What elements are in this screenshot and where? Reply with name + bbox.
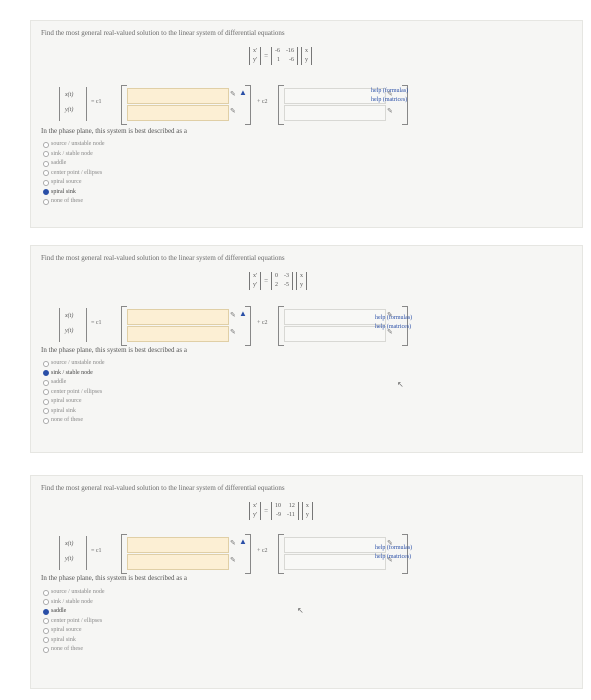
option-source[interactable]: source / unstable node: [43, 588, 104, 598]
pencil-icon[interactable]: ✎: [230, 311, 236, 319]
phase-plane-question: In the phase plane, this system is best …: [41, 127, 187, 135]
lhs-vector: x' y': [249, 502, 262, 520]
solution-vector: x(t) y(t): [59, 536, 87, 570]
vector-1-top-field[interactable]: [127, 88, 229, 104]
solution-vector: x(t) y(t): [59, 308, 87, 342]
rhs-vector: xy: [296, 272, 308, 290]
lhs-vector: x' y': [249, 47, 262, 65]
coefficient-matrix: 0 -3 2 -5: [271, 272, 294, 290]
vector-1-top-field[interactable]: [127, 537, 229, 553]
mouse-cursor-icon: ↖: [397, 380, 404, 389]
pencil-icon[interactable]: ✎: [230, 539, 236, 547]
problem-prompt: Find the most general real-valued soluti…: [41, 484, 285, 492]
option-saddle[interactable]: saddle: [43, 607, 104, 617]
pencil-icon[interactable]: ✎: [230, 107, 236, 115]
option-center[interactable]: center point / ellipses: [43, 388, 104, 398]
problem-panel-2: Find the most general real-valued soluti…: [30, 245, 583, 453]
pencil-icon[interactable]: ✎: [230, 90, 236, 98]
vector-2-bottom-field[interactable]: [284, 554, 386, 570]
help-formulas-link[interactable]: help (formulas): [371, 87, 408, 96]
option-spiral-sink[interactable]: spiral sink: [43, 188, 104, 198]
c1-label: = c1: [91, 548, 102, 554]
c2-label: + c2: [257, 548, 268, 554]
option-source[interactable]: source / unstable node: [43, 359, 104, 369]
help-formulas-link[interactable]: help (formulas): [375, 544, 412, 553]
vector-2-bottom-field[interactable]: [284, 326, 386, 342]
option-none[interactable]: none of these: [43, 645, 104, 655]
c1-label: = c1: [91, 320, 102, 326]
help-matrices-link[interactable]: help (matrices): [371, 96, 408, 105]
phase-plane-question: In the phase plane, this system is best …: [41, 346, 187, 354]
help-links: help (formulas) help (matrices): [375, 314, 412, 332]
option-spiral-sink[interactable]: spiral sink: [43, 407, 104, 417]
option-none[interactable]: none of these: [43, 416, 104, 426]
c2-label: + c2: [257, 320, 268, 326]
ode-system: x' y' = 10 12 -9 -11 xy: [249, 502, 313, 520]
pencil-icon[interactable]: ✎: [387, 107, 393, 115]
phase-plane-options: source / unstable node sink / stable nod…: [43, 140, 104, 207]
vector-2-top-field[interactable]: [284, 309, 386, 325]
option-spiral-sink[interactable]: spiral sink: [43, 636, 104, 646]
option-sink[interactable]: sink / stable node: [43, 150, 104, 160]
option-sink[interactable]: sink / stable node: [43, 598, 104, 608]
help-matrices-link[interactable]: help (matrices): [375, 553, 412, 562]
rhs-vector: xy: [301, 47, 313, 65]
c2-label: + c2: [257, 99, 268, 105]
ode-system: x' y' = -6 -16 1 -6 xy: [249, 47, 313, 65]
option-spiral-source[interactable]: spiral source: [43, 397, 104, 407]
pencil-icon[interactable]: ✎: [230, 556, 236, 564]
option-none[interactable]: none of these: [43, 197, 104, 207]
problem-prompt: Find the most general real-valued soluti…: [41, 29, 285, 37]
solution-vector: x(t) y(t): [59, 87, 87, 121]
pencil-icon[interactable]: ✎: [230, 328, 236, 336]
help-links: help (formulas) help (matrices): [375, 544, 412, 562]
c1-label: = c1: [91, 99, 102, 105]
option-center[interactable]: center point / ellipses: [43, 169, 104, 179]
vector-1-input-group: ✎ ▲ ✎: [121, 306, 251, 346]
option-spiral-source[interactable]: spiral source: [43, 178, 104, 188]
help-links: help (formulas) help (matrices): [371, 87, 408, 105]
option-saddle[interactable]: saddle: [43, 378, 104, 388]
problem-panel-1: Find the most general real-valued soluti…: [30, 20, 583, 228]
option-source[interactable]: source / unstable node: [43, 140, 104, 150]
ode-system: x' y' = 0 -3 2 -5 xy: [249, 272, 308, 290]
help-matrices-link[interactable]: help (matrices): [375, 323, 412, 332]
vector-1-bottom-field[interactable]: [127, 554, 229, 570]
vector-2-top-field[interactable]: [284, 537, 386, 553]
option-sink[interactable]: sink / stable node: [43, 369, 104, 379]
problem-prompt: Find the most general real-valued soluti…: [41, 254, 285, 262]
vector-1-input-group: ✎ ▲ ✎: [121, 85, 251, 125]
problem-panel-3: Find the most general real-valued soluti…: [30, 475, 583, 689]
option-spiral-source[interactable]: spiral source: [43, 626, 104, 636]
warning-icon: ▲: [239, 537, 247, 546]
help-formulas-link[interactable]: help (formulas): [375, 314, 412, 323]
warning-icon: ▲: [239, 88, 247, 97]
vector-1-bottom-field[interactable]: [127, 326, 229, 342]
phase-plane-question: In the phase plane, this system is best …: [41, 574, 187, 582]
coefficient-matrix: 10 12 -9 -11: [271, 502, 299, 520]
rhs-vector: xy: [301, 502, 313, 520]
vector-2-bottom-field[interactable]: [284, 105, 386, 121]
option-center[interactable]: center point / ellipses: [43, 617, 104, 627]
vector-1-bottom-field[interactable]: [127, 105, 229, 121]
phase-plane-options: source / unstable node sink / stable nod…: [43, 588, 104, 655]
coefficient-matrix: -6 -16 1 -6: [271, 47, 299, 65]
vector-1-top-field[interactable]: [127, 309, 229, 325]
warning-icon: ▲: [239, 309, 247, 318]
lhs-vector: x' y': [249, 272, 262, 290]
vector-1-input-group: ✎ ▲ ✎: [121, 534, 251, 574]
mouse-cursor-icon: ↖: [297, 606, 304, 615]
option-saddle[interactable]: saddle: [43, 159, 104, 169]
phase-plane-options: source / unstable node sink / stable nod…: [43, 359, 104, 426]
